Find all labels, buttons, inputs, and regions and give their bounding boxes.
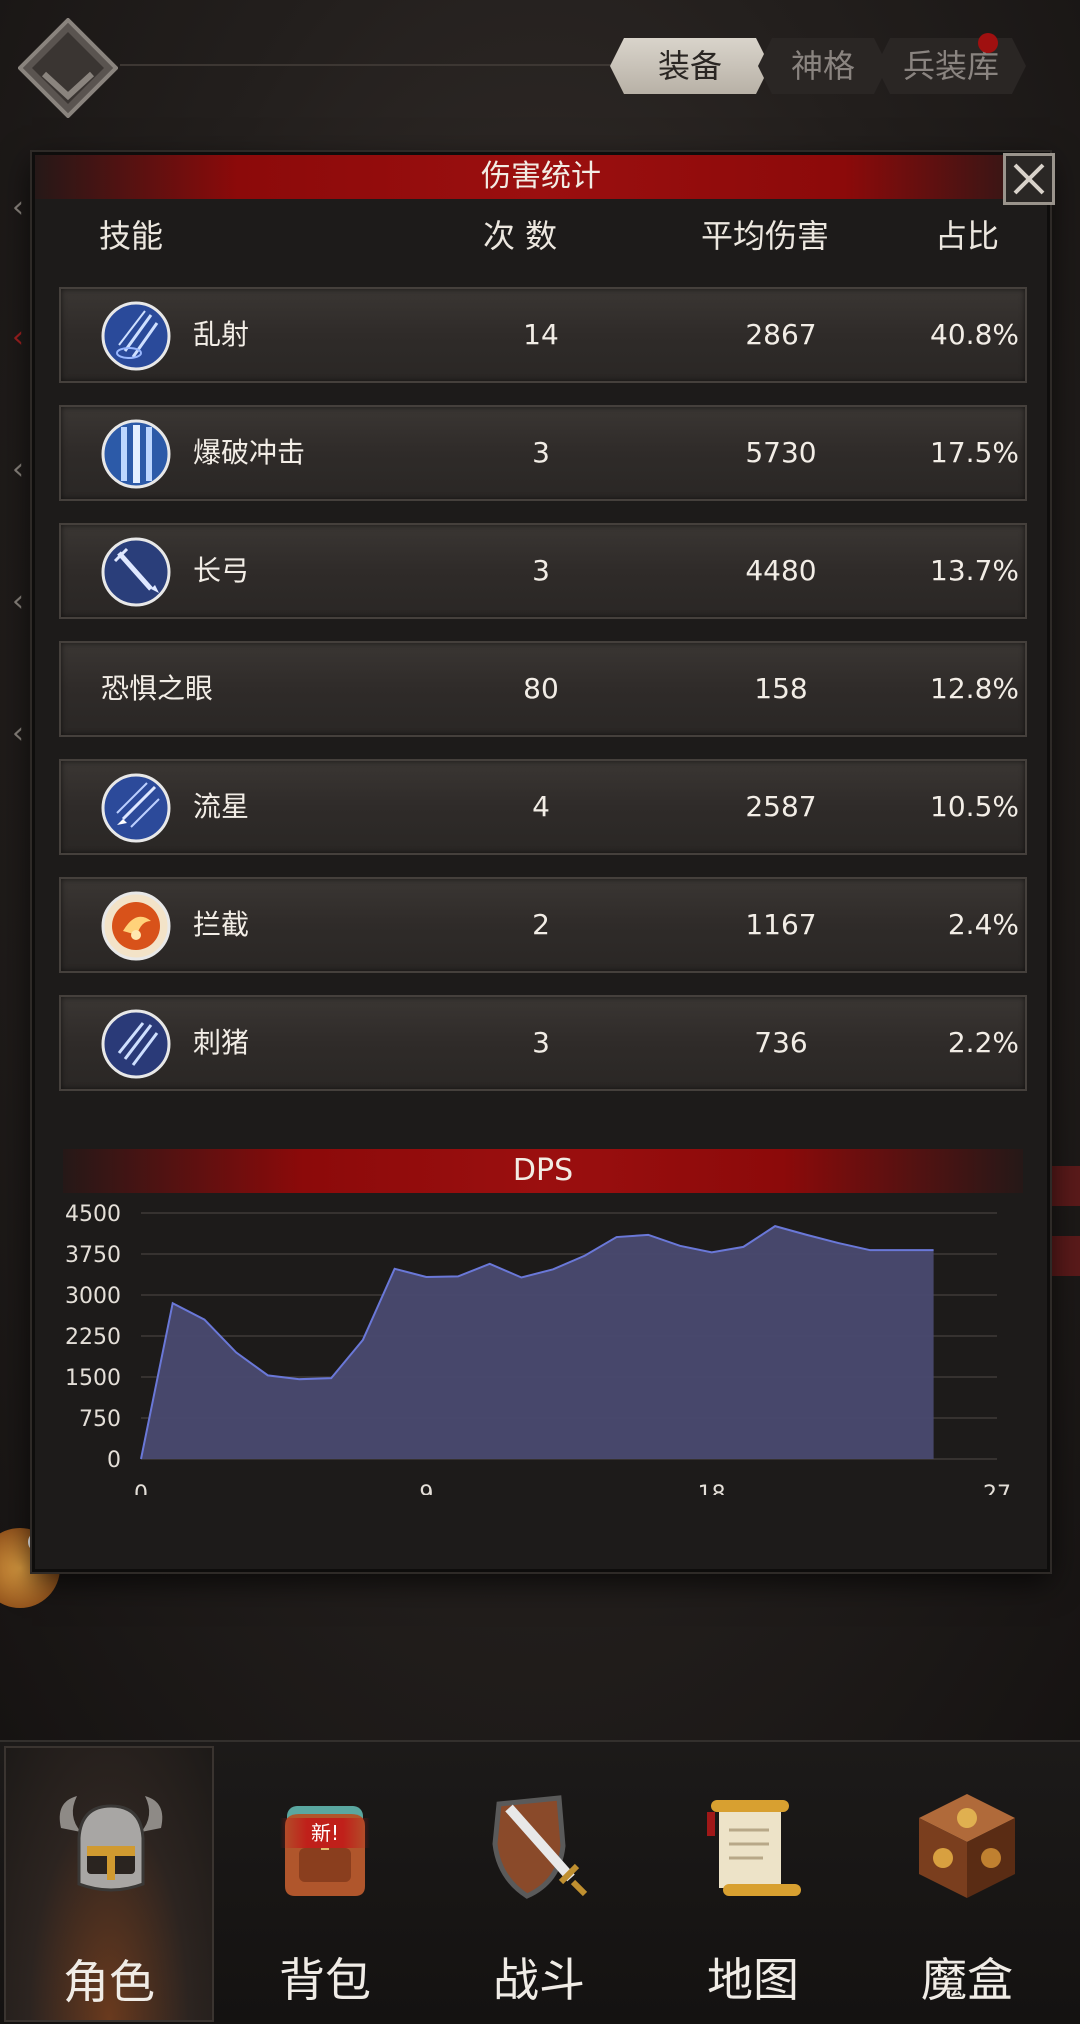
x-tick-label: 9 <box>419 1482 433 1495</box>
skill-name: 长弓 <box>193 554 250 587</box>
y-tick-label: 4500 <box>65 1202 121 1227</box>
skill-percent: 2.2% <box>947 1026 1019 1059</box>
intercept-fire-icon <box>101 891 171 961</box>
tab-equipment[interactable]: 装备 <box>610 38 770 94</box>
nav-label: 背包 <box>279 1953 371 2007</box>
map-scroll-icon <box>707 1800 801 1896</box>
nav-label: 魔盒 <box>921 1953 1013 2007</box>
horned-helmet-icon <box>59 1796 163 1892</box>
panel-header: 伤害统计 <box>35 155 1047 199</box>
y-tick-label: 750 <box>79 1407 121 1432</box>
column-header-skill: 技能 <box>99 217 164 255</box>
skill-count: 4 <box>532 790 550 823</box>
skill-percent: 40.8% <box>930 318 1019 351</box>
x-tick-label: 0 <box>134 1482 148 1495</box>
panel-title: 伤害统计 <box>481 159 601 194</box>
nav-item-character[interactable]: 角色 <box>4 1746 214 2022</box>
skill-avg-damage: 4480 <box>745 554 817 587</box>
skill-name: 拦截 <box>193 908 250 941</box>
close-button[interactable] <box>1003 153 1055 205</box>
skill-avg-damage: 158 <box>754 672 808 705</box>
skill-count: 3 <box>532 554 550 587</box>
tab-divinity[interactable]: 神格 <box>758 38 888 94</box>
y-tick-label: 0 <box>107 1448 121 1473</box>
y-tick-label: 1500 <box>65 1366 121 1391</box>
skill-avg-damage: 736 <box>754 1026 808 1059</box>
skill-name: 乱射 <box>193 318 250 351</box>
skill-row: 刺猪 3 736 2.2% <box>59 995 1027 1091</box>
x-tick-label: 18 <box>698 1482 726 1495</box>
skill-name: 爆破冲击 <box>193 436 306 469</box>
notification-dot <box>978 33 998 53</box>
skill-name: 恐惧之眼 <box>101 672 214 705</box>
header-tabs: 装备 神格 兵装库 <box>610 38 1040 94</box>
dps-chart: 0 750 1500 2250 3000 3750 4500 0 9 18 27 <box>65 1202 1011 1495</box>
nav-item-magic-box[interactable]: 魔盒 <box>862 1746 1072 2022</box>
skill-percent: 13.7% <box>930 554 1019 587</box>
y-tick-label: 2250 <box>65 1325 121 1350</box>
skill-percent: 2.4% <box>947 908 1019 941</box>
nav-item-battle[interactable]: 战斗 <box>434 1746 644 2022</box>
chart-title: DPS <box>512 1153 574 1188</box>
meteor-icon <box>101 773 171 843</box>
skill-count: 3 <box>532 1026 550 1059</box>
sword-shield-icon <box>492 1795 588 1899</box>
x-tick-label: 27 <box>983 1482 1011 1495</box>
y-tick-label: 3750 <box>65 1243 121 1268</box>
skill-avg-damage: 1167 <box>745 908 817 941</box>
skill-percent: 12.8% <box>930 672 1019 705</box>
column-header-avg-damage: 平均伤害 <box>701 217 830 255</box>
skill-row: 爆破冲击 3 5730 17.5% <box>59 405 1027 501</box>
rank-diamond-icon[interactable] <box>18 18 118 118</box>
nav-item-backpack[interactable]: 新! 背包 <box>220 1746 430 2022</box>
nav-label: 战斗 <box>493 1953 585 2007</box>
skill-count: 80 <box>523 672 559 705</box>
arrow-rain-icon <box>101 301 171 371</box>
damage-stats-panel: 伤害统计 技能 次 数 平均伤害 占比 乱射 14 2867 40.8% 爆破冲… <box>32 152 1055 1572</box>
skill-count: 14 <box>523 318 559 351</box>
skill-avg-damage: 2867 <box>745 318 817 351</box>
skill-percent: 17.5% <box>930 436 1019 469</box>
skill-avg-damage: 5730 <box>745 436 817 469</box>
skill-name: 刺猪 <box>193 1026 250 1059</box>
bottom-nav: 角色 新! 背包 战斗 地图 魔盒 <box>0 1740 1080 2024</box>
nav-item-map[interactable]: 地图 <box>648 1746 858 2022</box>
nav-label: 地图 <box>707 1953 799 2007</box>
skill-avg-damage: 2587 <box>745 790 817 823</box>
skill-row: 长弓 3 4480 13.7% <box>59 523 1027 619</box>
side-chevron-icon[interactable]: ‹ <box>12 190 24 225</box>
close-icon <box>1013 163 1045 195</box>
dps-header: DPS <box>63 1149 1023 1193</box>
dps-area <box>141 1226 934 1459</box>
blast-impact-icon <box>101 419 171 489</box>
skill-row: 恐惧之眼 80 158 12.8% <box>59 641 1027 737</box>
nav-label: 角色 <box>63 1955 155 2009</box>
spike-pig-icon <box>101 1009 171 1079</box>
column-header-percent: 占比 <box>935 217 1000 255</box>
skill-count: 3 <box>532 436 550 469</box>
skill-row: 流星 4 2587 10.5% <box>59 759 1027 855</box>
skill-row: 乱射 14 2867 40.8% <box>59 287 1027 383</box>
skill-name: 流星 <box>193 790 250 823</box>
side-chevron-icon[interactable]: ‹ <box>12 716 24 751</box>
skill-percent: 10.5% <box>930 790 1019 823</box>
skill-count: 2 <box>532 908 550 941</box>
magic-box-icon <box>919 1794 1015 1898</box>
side-chevron-icon[interactable]: ‹ <box>12 584 24 619</box>
skill-row: 拦截 2 1167 2.4% <box>59 877 1027 973</box>
longbow-icon <box>101 537 171 607</box>
side-chevron-icon[interactable]: ‹ <box>12 320 24 355</box>
side-chevron-icon[interactable]: ‹ <box>12 452 24 487</box>
new-badge: 新! <box>280 1818 370 1848</box>
y-tick-label: 3000 <box>65 1284 121 1309</box>
column-header-count: 次 数 <box>483 217 558 255</box>
tab-armory[interactable]: 兵装库 <box>876 38 1026 94</box>
